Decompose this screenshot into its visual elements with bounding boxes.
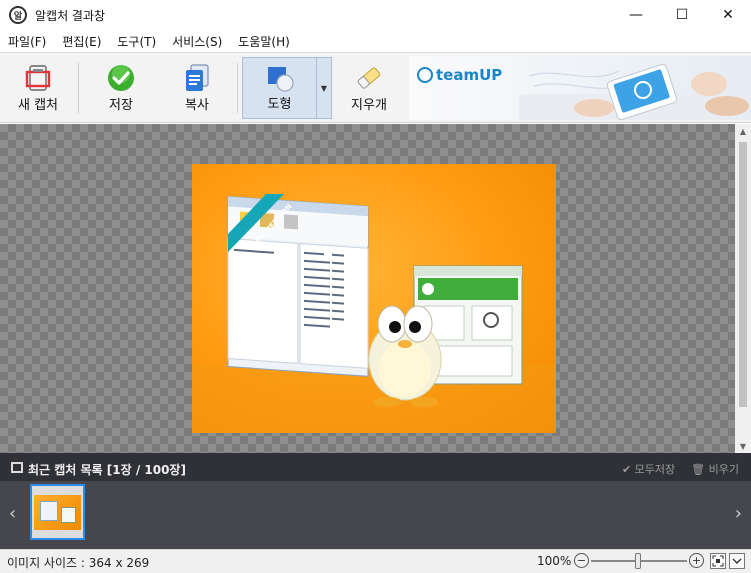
status-bar: 이미지 사이즈 : 364 x 269 100% − + [0, 549, 751, 573]
app-logo-icon: 알 [9, 6, 27, 24]
window-title: 알캡처 결과창 [35, 8, 106, 23]
menu-bar: 파일(F) 편집(E) 도구(T) 서비스(S) 도움말(H) [0, 30, 751, 52]
eraser-button[interactable]: 지우개 [334, 57, 404, 119]
eraser-label: 지우개 [351, 98, 387, 113]
menu-tools[interactable]: 도구(T) [109, 33, 164, 50]
save-label: 저장 [109, 98, 133, 113]
save-all-button[interactable]: ✔ 모두저장 [622, 461, 675, 477]
new-capture-button[interactable]: 새 캡처 [4, 57, 72, 119]
minimize-button[interactable]: — [613, 0, 659, 30]
captured-image-content: NEW VERSION [192, 194, 556, 433]
strip-prev-arrow-icon[interactable]: ‹ [9, 503, 16, 524]
image-size-label: 이미지 사이즈 : 364 x 269 [7, 556, 150, 570]
window-controls: — ☐ ✕ [613, 0, 751, 30]
scroll-down-arrow[interactable]: ▼ [735, 439, 751, 453]
recent-list-icon [11, 462, 23, 473]
zoom-out-button[interactable]: − [574, 553, 589, 568]
copy-button[interactable]: 복사 [162, 57, 232, 119]
shape-button[interactable]: 도형 [242, 57, 317, 119]
menu-help[interactable]: 도움말(H) [230, 33, 298, 50]
clear-all-button[interactable]: 🗑 비우기 [691, 461, 739, 477]
menu-edit[interactable]: 편집(E) [54, 33, 109, 50]
strip-next-arrow-icon[interactable]: › [735, 503, 742, 524]
teamup-logo-text: teamUP [436, 66, 503, 84]
chevron-down-icon[interactable] [729, 553, 745, 569]
fit-to-window-icon[interactable] [710, 553, 726, 569]
copy-label: 복사 [185, 98, 209, 113]
toolbar-separator [78, 63, 79, 113]
vertical-scrollbar[interactable]: ▲ ▼ [735, 124, 751, 453]
captured-image[interactable]: NEW VERSION [192, 164, 556, 433]
teamup-logo-icon [417, 67, 433, 83]
zoom-level: 100% [537, 554, 572, 568]
toolbar-separator [237, 63, 238, 113]
save-button[interactable]: 저장 [84, 57, 158, 119]
recent-thumbnail-strip: ‹ › [0, 481, 751, 549]
zoom-slider-thumb[interactable] [635, 553, 641, 569]
eraser-icon [357, 67, 381, 89]
title-bar: 알 알캡처 결과창 — ☐ ✕ [0, 0, 751, 30]
scrollbar-thumb[interactable] [739, 142, 747, 407]
maximize-button[interactable]: ☐ [659, 0, 705, 30]
zoom-in-button[interactable]: + [689, 553, 704, 568]
shape-dropdown-button[interactable]: ▼ [317, 57, 332, 119]
menu-file[interactable]: 파일(F) [0, 33, 54, 50]
new-capture-icon [25, 65, 51, 91]
toolbar: 새 캡처 저장 복사 도형 ▼ 지우개 teamUP [0, 52, 751, 123]
recent-captures-panel: 최근 캡처 목록 [1장 / 100장] ✔ 모두저장 🗑 비우기 ‹ › [0, 453, 751, 549]
recent-captures-title: 최근 캡처 목록 [1장 / 100장] [28, 463, 186, 477]
menu-service[interactable]: 서비스(S) [164, 33, 230, 50]
ad-banner[interactable]: teamUP [409, 56, 751, 120]
copy-icon [186, 64, 209, 91]
shape-label: 도형 [267, 97, 292, 112]
teamup-logo: teamUP [417, 66, 502, 84]
close-button[interactable]: ✕ [705, 0, 751, 30]
recent-actions: ✔ 모두저장 🗑 비우기 [622, 461, 739, 477]
scroll-up-arrow[interactable]: ▲ [735, 124, 751, 138]
new-capture-label: 새 캡처 [17, 98, 58, 113]
recent-thumbnail[interactable] [30, 484, 85, 540]
recent-thumbnail-image [34, 494, 81, 530]
banner-illustration [519, 63, 749, 120]
shape-icon [267, 67, 294, 92]
checkmark-icon [108, 65, 134, 91]
